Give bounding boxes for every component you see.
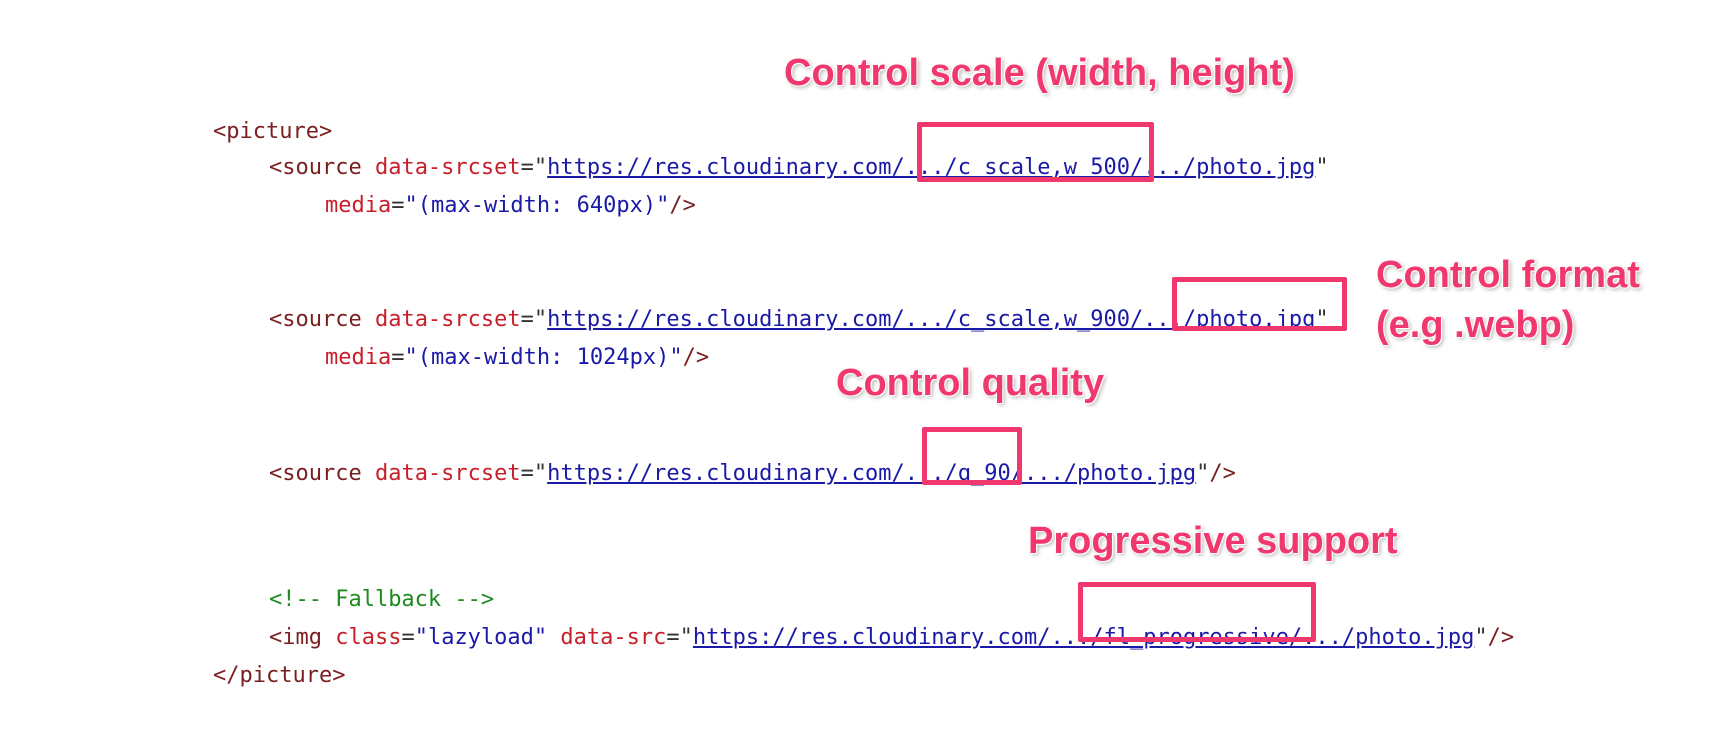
source-tag: <source: [268, 461, 362, 486]
format-annotation-line-1: Control format: [1376, 254, 1640, 296]
img-line: <img class="lazyload" data-src="https://…: [268, 625, 1515, 650]
tag-close: />: [1209, 461, 1236, 486]
src-attr: data-src: [560, 625, 667, 650]
progressive-highlight-box: [1078, 582, 1316, 642]
tag-close: />: [682, 345, 710, 370]
media-attr: media: [324, 193, 392, 218]
class-value: "lazyload": [414, 625, 548, 650]
media-value: "(max-width: 1024px)": [404, 345, 683, 370]
source-line-1-media: media="(max-width: 640px)"/>: [324, 193, 696, 218]
source-line-3: <source data-srcset="https://res.cloudin…: [268, 461, 1236, 486]
picture-close-tag: </picture>: [160, 634, 345, 718]
format-annotation-line-2: (e.g .webp): [1376, 304, 1575, 346]
tag-close: />: [1487, 625, 1515, 650]
media-value: "(max-width: 640px)": [404, 193, 670, 218]
scale-annotation: Control scale (width, height): [784, 52, 1295, 94]
quality-annotation: Control quality: [836, 362, 1105, 404]
scale-highlight-box: [917, 122, 1154, 182]
source-line-2-media: media="(max-width: 1024px)"/>: [324, 345, 710, 370]
srcset-attr: data-srcset: [374, 461, 521, 486]
media-attr: media: [324, 345, 392, 370]
source-3-url-link[interactable]: https://res.cloudinary.com/.../q_90/.../…: [547, 461, 1196, 486]
quality-highlight-box: [922, 427, 1022, 485]
tag-close: />: [669, 193, 696, 218]
format-highlight-box: [1172, 277, 1347, 331]
picture-close-text: </picture>: [212, 663, 346, 688]
progressive-annotation: Progressive support: [1028, 520, 1398, 562]
